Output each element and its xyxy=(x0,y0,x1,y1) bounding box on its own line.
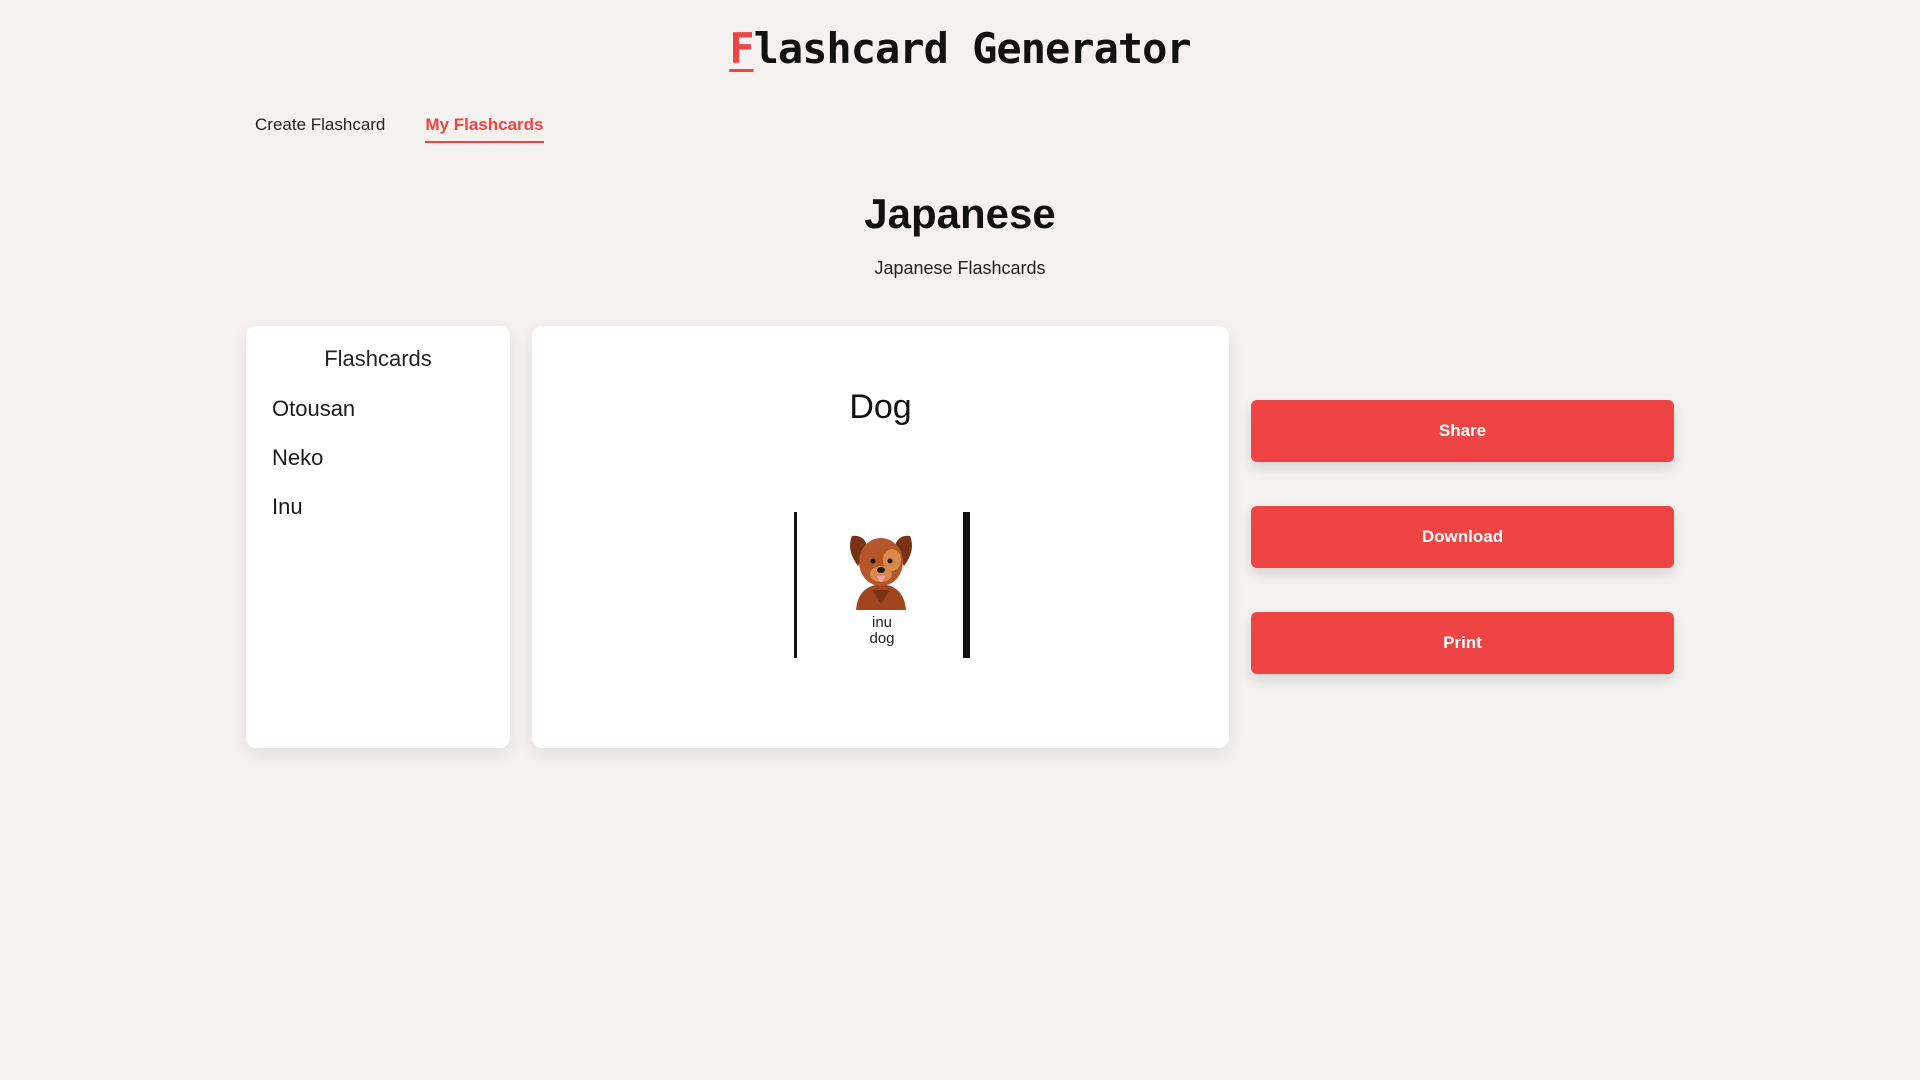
app-title-rest: lashcard Generator xyxy=(753,24,1192,73)
dog-icon xyxy=(850,535,912,610)
download-button[interactable]: Download xyxy=(1251,506,1674,568)
flashcard-list-item-inu[interactable]: Inu xyxy=(272,492,510,541)
main-nav: Create Flashcard My Flashcards xyxy=(255,115,544,143)
flashcard-term: Dog xyxy=(849,388,912,426)
flashcard-list: Otousan Neko Inu xyxy=(246,394,510,541)
tab-my-flashcards[interactable]: My Flashcards xyxy=(425,115,544,143)
card-actions: Share Download Print xyxy=(1251,400,1674,718)
flashcard-viewer: Dog inu dog xyxy=(532,326,1229,748)
print-button[interactable]: Print xyxy=(1251,612,1674,674)
flashcard-image: inu dog xyxy=(794,512,970,660)
flashcard-list-panel: Flashcards Otousan Neko Inu xyxy=(246,326,510,748)
tab-create-flashcard[interactable]: Create Flashcard xyxy=(255,115,385,143)
group-description: Japanese Flashcards xyxy=(874,258,1046,278)
group-title: Japanese xyxy=(864,190,1056,237)
flashcard-list-item-otousan[interactable]: Otousan xyxy=(272,394,510,443)
flashcard-image-caption-meaning: dog xyxy=(869,630,895,647)
app-title-first-letter: F xyxy=(729,24,754,73)
flashcard-list-heading: Flashcards xyxy=(324,346,432,371)
flashcard-list-item-neko[interactable]: Neko xyxy=(272,443,510,492)
flashcard-image-caption-reading: inu xyxy=(871,614,893,631)
app-title: Flashcard Generator xyxy=(0,24,1920,73)
share-button[interactable]: Share xyxy=(1251,400,1674,462)
